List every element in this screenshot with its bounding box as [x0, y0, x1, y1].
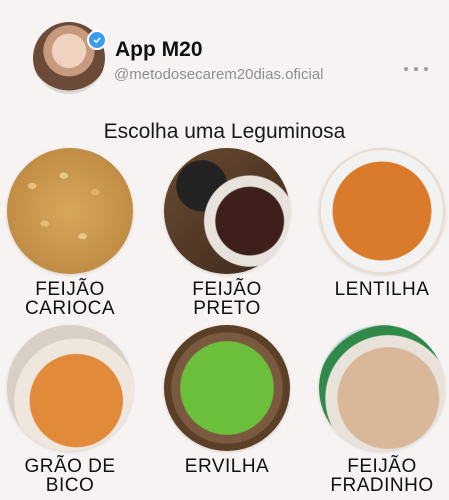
legume-label: FEIJÃO FRADINHO [330, 456, 434, 496]
more-options-icon[interactable] [404, 62, 428, 76]
feijao-preto-image [164, 148, 290, 274]
legume-label: LENTILHA [334, 279, 430, 300]
profile-header: App M20 @metodosecarem20dias.oficial [0, 0, 449, 110]
lentilha-image [319, 148, 445, 274]
app-name: App M20 [115, 38, 203, 61]
feijao-fradinho-image [319, 325, 445, 451]
section-title: Escolha uma Leguminosa [103, 120, 346, 143]
legume-label: FEIJÃO PRETO [192, 279, 262, 319]
avatar[interactable] [33, 22, 107, 94]
legume-card-ervilha[interactable]: ERVILHA [157, 325, 297, 476]
legume-label: FEIJÃO CARIOCA [24, 279, 116, 319]
profile-handle: @metodosecarem20dias.oficial [114, 66, 324, 83]
ervilha-image [164, 325, 290, 451]
legume-label: GRÃO DE BICO [24, 456, 116, 496]
legume-card-feijao-fradinho[interactable]: FEIJÃO FRADINHO [312, 325, 449, 495]
legume-card-feijao-preto[interactable]: FEIJÃO PRETO [157, 148, 297, 318]
verified-check-icon [87, 30, 107, 50]
legume-card-grao-de-bico[interactable]: GRÃO DE BICO [0, 325, 140, 495]
grao-de-bico-image [7, 325, 133, 451]
legume-card-lentilha[interactable]: LENTILHA [312, 148, 449, 299]
legume-card-feijao-carioca[interactable]: FEIJÃO CARIOCA [0, 148, 140, 318]
legume-label: ERVILHA [184, 456, 270, 477]
feijao-carioca-image [7, 148, 133, 274]
